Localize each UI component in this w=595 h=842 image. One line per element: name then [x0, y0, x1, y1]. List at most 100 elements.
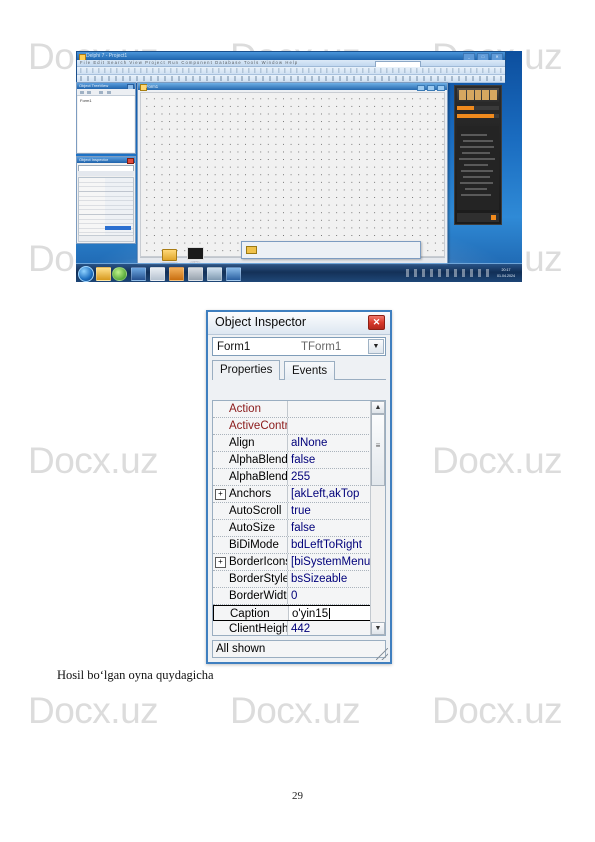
property-grid[interactable]: ActionActiveControlAlignalNoneAlphaBlend… — [213, 401, 371, 635]
property-row[interactable]: ActiveControl — [213, 418, 371, 435]
property-value[interactable] — [287, 418, 371, 434]
property-value[interactable]: o'yin15 — [288, 606, 370, 620]
scroll-down-icon[interactable]: ▼ — [371, 622, 385, 635]
windows-taskbar[interactable]: 20:17 01.04.2024 — [76, 263, 522, 282]
dark-panel-list-line — [461, 134, 487, 136]
property-value[interactable]: bdLeftToRight — [287, 537, 371, 553]
system-tray-icons[interactable] — [406, 269, 490, 277]
property-name: Align — [229, 437, 255, 449]
oi-small-tabs[interactable] — [78, 171, 134, 176]
property-grid-wrapper[interactable]: ActionActiveControlAlignalNoneAlphaBlend… — [212, 400, 386, 636]
object-inspector-statusbar: All shown — [212, 640, 386, 658]
taskbar-app-icon-1[interactable] — [150, 267, 165, 281]
object-inspector-tabs[interactable]: Properties Events — [212, 360, 386, 380]
start-button-icon[interactable] — [78, 266, 94, 282]
property-row[interactable]: AlphaBlendValu255 — [213, 469, 371, 486]
property-value[interactable]: 442 — [287, 621, 371, 635]
object-treeview-root-node[interactable]: Form1 — [80, 98, 92, 103]
resize-grip[interactable] — [376, 648, 388, 660]
property-value[interactable]: 0 — [287, 588, 371, 604]
ide-menubar[interactable]: File Edit Search View Project Run Compon… — [77, 60, 505, 68]
taskbar-app-icon-4[interactable] — [207, 267, 222, 281]
floating-properties-window[interactable] — [241, 241, 421, 259]
form-designer-maximize-button[interactable] — [427, 84, 435, 91]
ide-toolbar-icons-2 — [80, 76, 502, 81]
property-row[interactable]: BorderWidth 0 — [213, 588, 371, 605]
property-value[interactable]: alNone — [287, 435, 371, 451]
object-treeview-panel[interactable]: Object TreeView Form1 — [76, 82, 136, 154]
otv-tool-icon-2[interactable] — [87, 90, 91, 94]
otv-tool-icon-3[interactable] — [99, 90, 103, 94]
object-inspector-window[interactable]: Object Inspector ✕ Form1 TForm1 ▼ Proper… — [206, 310, 392, 664]
property-row[interactable]: + Anchors [akLeft,akTop — [213, 486, 371, 503]
dark-panel-progress-2[interactable] — [457, 114, 499, 118]
property-value[interactable]: 255 — [287, 469, 371, 485]
chevron-down-icon[interactable]: ▼ — [368, 339, 384, 354]
property-row[interactable]: BorderStyle bsSizeable — [213, 571, 371, 588]
selected-object-class: TForm1 — [301, 340, 342, 353]
oi-small-close-icon[interactable] — [127, 158, 134, 164]
expand-icon[interactable]: + — [215, 557, 226, 568]
property-row[interactable]: Align alNone — [213, 435, 371, 452]
dark-panel-header-bar-5 — [490, 90, 497, 100]
form-designer-window[interactable]: Form1 — [137, 82, 448, 266]
property-value[interactable]: false — [287, 452, 371, 468]
watermark-text: Docx.uz — [432, 440, 563, 481]
oi-small-property-grid[interactable] — [78, 177, 134, 237]
tab-events[interactable]: Events — [284, 361, 336, 380]
property-grid-scrollbar[interactable]: ▲ ▼ — [370, 401, 385, 635]
close-icon[interactable]: ✕ — [368, 315, 385, 330]
expand-icon[interactable]: + — [215, 489, 226, 500]
form-designer-canvas[interactable] — [140, 92, 445, 257]
property-value[interactable]: [biSystemMenu — [287, 554, 371, 570]
property-value[interactable]: true — [287, 503, 371, 519]
object-treeview-toolbar[interactable] — [77, 89, 135, 96]
property-name: ActiveControl — [229, 420, 287, 432]
object-selector-combo[interactable]: Form1 TForm1 ▼ — [212, 337, 386, 356]
ide-toolbar-row-1[interactable] — [77, 67, 505, 75]
property-row[interactable]: Action — [213, 401, 371, 418]
property-row[interactable]: BiDiMode bdLeftToRight — [213, 537, 371, 554]
taskbar-app-icon-2[interactable] — [169, 267, 184, 281]
dark-panel-list-line — [460, 182, 493, 184]
property-row[interactable]: ClientHeight 442 — [213, 621, 371, 635]
property-row[interactable]: AutoScroll true — [213, 503, 371, 520]
dark-panel-progress-1[interactable] — [457, 106, 499, 110]
ide-menu-items: File Edit Search View Project Run Compon… — [80, 60, 299, 65]
otv-tool-icon-4[interactable] — [107, 90, 111, 94]
property-row[interactable]: AlphaBlend false — [213, 452, 371, 469]
property-row[interactable]: AutoSize false — [213, 520, 371, 537]
form-designer-minimize-button[interactable] — [417, 84, 425, 91]
taskbar-clock[interactable]: 20:17 01.04.2024 — [492, 267, 520, 279]
watermark-text: Docx.uz — [28, 690, 159, 731]
property-value[interactable] — [287, 401, 371, 417]
taskbar-word-icon[interactable] — [131, 267, 146, 281]
property-value[interactable]: [akLeft,akTop — [287, 486, 371, 502]
property-value[interactable]: false — [287, 520, 371, 536]
property-row[interactable]: + BorderIcons [biSystemMenu — [213, 554, 371, 571]
dark-panel-header — [457, 88, 499, 102]
dark-panel-list[interactable] — [457, 126, 499, 210]
object-inspector-panel-small[interactable]: Object Inspector — [76, 156, 136, 244]
form-designer-title: Form1 — [146, 83, 159, 89]
dark-panel-list-line — [465, 188, 487, 190]
tab-properties[interactable]: Properties — [212, 360, 281, 380]
page-number: 29 — [292, 790, 303, 802]
dark-panel-list-line — [464, 164, 488, 166]
form-designer-close-button[interactable] — [437, 84, 445, 91]
object-inspector-titlebar: Object Inspector ✕ — [208, 312, 390, 335]
taskbar-explorer-icon[interactable] — [96, 267, 111, 281]
otv-tool-icon-1[interactable] — [80, 90, 84, 94]
dark-panel-list-line — [460, 146, 494, 148]
property-row[interactable]: Caption o'yin15 — [213, 605, 371, 621]
watermark-text: Docx.uz — [432, 690, 563, 731]
property-value[interactable]: bsSizeable — [287, 571, 371, 587]
taskbar-browser-icon[interactable] — [112, 267, 127, 281]
dark-panel-accent-button[interactable] — [491, 215, 496, 220]
object-treeview-body[interactable]: Form1 — [78, 96, 134, 152]
taskbar-app-icon-3[interactable] — [188, 267, 203, 281]
dark-media-panel[interactable] — [454, 85, 502, 225]
scrollbar-thumb[interactable] — [371, 414, 385, 486]
scroll-up-icon[interactable]: ▲ — [371, 401, 385, 414]
taskbar-delphi-icon[interactable] — [226, 267, 241, 281]
